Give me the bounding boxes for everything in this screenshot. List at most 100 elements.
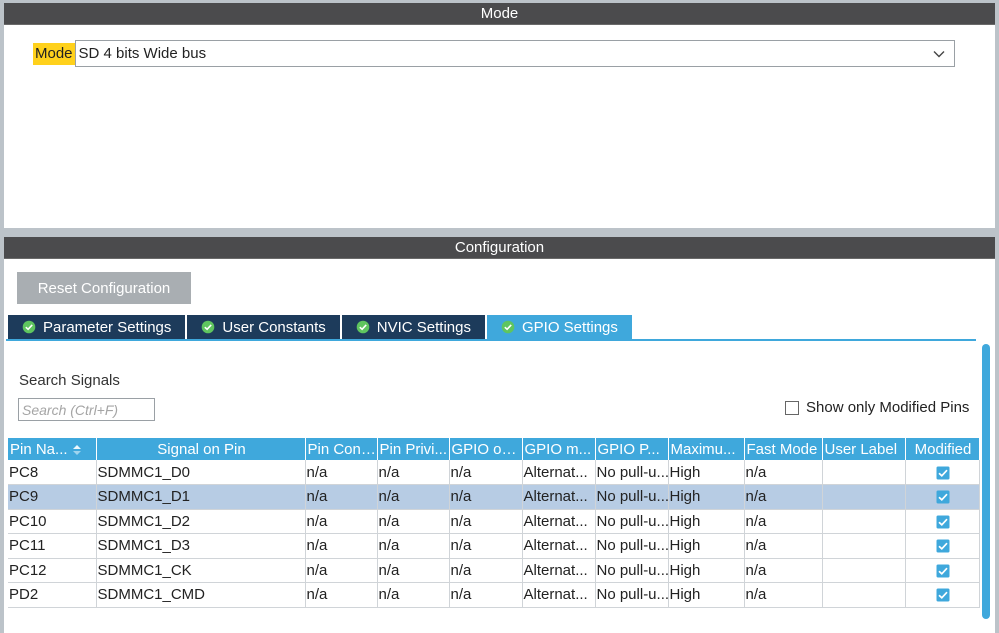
- reset-configuration-button[interactable]: Reset Configuration: [17, 272, 191, 304]
- show-modified-toggle[interactable]: Show only Modified Pins: [785, 399, 969, 416]
- cell-modified[interactable]: [905, 460, 980, 485]
- cell-pin[interactable]: PC10: [8, 509, 97, 534]
- column-header-pin-name[interactable]: Pin Na...: [8, 438, 97, 460]
- cell-pin-context[interactable]: n/a: [305, 509, 378, 534]
- cell-max-speed[interactable]: High: [668, 484, 745, 510]
- cell-gpio-output[interactable]: n/a: [449, 460, 523, 485]
- cell-pin-context[interactable]: n/a: [305, 582, 378, 608]
- cell-pin-context[interactable]: n/a: [305, 460, 378, 485]
- column-header-modified[interactable]: Modified: [905, 438, 980, 460]
- cell-user-label[interactable]: [822, 582, 906, 608]
- cell-gpio-mode[interactable]: Alternat...: [522, 509, 596, 534]
- cell-pin[interactable]: PC8: [8, 460, 97, 485]
- cell-signal[interactable]: SDMMC1_CMD: [96, 582, 306, 608]
- column-header-gpio-mode[interactable]: GPIO m...: [522, 438, 596, 460]
- cell-user-label[interactable]: [822, 460, 906, 485]
- cell-gpio-mode[interactable]: Alternat...: [522, 558, 596, 583]
- cell-gpio-pull[interactable]: No pull-u...: [595, 460, 669, 485]
- cell-gpio-pull[interactable]: No pull-u...: [595, 582, 669, 608]
- checkbox-checked-icon[interactable]: [936, 515, 950, 529]
- table-row[interactable]: PC12 SDMMC1_CK n/a n/a n/a Alternat... No pull…: [8, 558, 980, 583]
- cell-pin-privilege[interactable]: n/a: [377, 460, 450, 485]
- cell-pin-privilege[interactable]: n/a: [377, 533, 450, 559]
- cell-pin[interactable]: PC11: [8, 533, 97, 559]
- cell-gpio-output[interactable]: n/a: [449, 509, 523, 534]
- column-header-signal-on-pin[interactable]: Signal on Pin: [96, 438, 306, 460]
- cell-gpio-output[interactable]: n/a: [449, 582, 523, 608]
- table-header-row: Pin Na... Signal on Pin Pin Cont... Pin …: [8, 438, 980, 460]
- cell-pin-context[interactable]: n/a: [305, 484, 378, 510]
- cell-pin[interactable]: PC12: [8, 558, 97, 583]
- column-header-max-speed[interactable]: Maximu...: [668, 438, 745, 460]
- cell-pin-privilege[interactable]: n/a: [377, 509, 450, 534]
- cell-signal[interactable]: SDMMC1_CK: [96, 558, 306, 583]
- table-row[interactable]: PC10 SDMMC1_D2 n/a n/a n/a Alternat... No pull…: [8, 509, 980, 534]
- cell-signal[interactable]: SDMMC1_D0: [96, 460, 306, 485]
- cell-max-speed[interactable]: High: [668, 509, 745, 534]
- cell-signal[interactable]: SDMMC1_D1: [96, 484, 306, 510]
- tab-user-constants[interactable]: User Constants: [187, 315, 340, 339]
- checkbox-checked-icon[interactable]: [936, 564, 950, 578]
- column-header-gpio-output[interactable]: GPIO ou...: [449, 438, 523, 460]
- column-header-fast-mode[interactable]: Fast Mode: [744, 438, 823, 460]
- cell-pin[interactable]: PD2: [8, 582, 97, 608]
- cell-signal[interactable]: SDMMC1_D3: [96, 533, 306, 559]
- cell-modified[interactable]: [905, 558, 980, 583]
- cell-max-speed[interactable]: High: [668, 533, 745, 559]
- checkbox-checked-icon[interactable]: [936, 588, 950, 602]
- cell-gpio-pull[interactable]: No pull-u...: [595, 533, 669, 559]
- checkbox-checked-icon[interactable]: [936, 490, 950, 504]
- cell-pin[interactable]: PC9: [8, 484, 97, 510]
- mode-select[interactable]: SD 4 bits Wide bus: [74, 40, 955, 67]
- cell-fast-mode[interactable]: n/a: [744, 558, 823, 583]
- checkbox-checked-icon[interactable]: [936, 466, 950, 480]
- cell-user-label[interactable]: [822, 533, 906, 559]
- cell-fast-mode[interactable]: n/a: [744, 533, 823, 559]
- cell-pin-privilege[interactable]: n/a: [377, 558, 450, 583]
- column-header-pin-privilege[interactable]: Pin Privi...: [377, 438, 450, 460]
- column-header-user-label[interactable]: User Label: [822, 438, 906, 460]
- cell-fast-mode[interactable]: n/a: [744, 484, 823, 510]
- table-row[interactable]: PC11 SDMMC1_D3 n/a n/a n/a Alternat... No pull…: [8, 533, 980, 559]
- column-header-pin-context[interactable]: Pin Cont...: [305, 438, 378, 460]
- cell-modified[interactable]: [905, 533, 980, 559]
- cell-gpio-mode[interactable]: Alternat...: [522, 460, 596, 485]
- cell-modified[interactable]: [905, 509, 980, 534]
- search-signals-input[interactable]: [18, 398, 155, 421]
- table-row[interactable]: PC8 SDMMC1_D0 n/a n/a n/a Alternat... No pull-…: [8, 460, 980, 485]
- vertical-scrollbar[interactable]: [982, 344, 990, 619]
- cell-max-speed[interactable]: High: [668, 558, 745, 583]
- cell-pin-context[interactable]: n/a: [305, 533, 378, 559]
- show-modified-checkbox[interactable]: [785, 400, 799, 415]
- cell-max-speed[interactable]: High: [668, 582, 745, 608]
- cell-max-speed[interactable]: High: [668, 460, 745, 485]
- cell-fast-mode[interactable]: n/a: [744, 582, 823, 608]
- cell-gpio-output[interactable]: n/a: [449, 484, 523, 510]
- table-row[interactable]: PD2 SDMMC1_CMD n/a n/a n/a Alternat... No pull…: [8, 582, 980, 608]
- cell-gpio-pull[interactable]: No pull-u...: [595, 558, 669, 583]
- cell-fast-mode[interactable]: n/a: [744, 509, 823, 534]
- cell-modified[interactable]: [905, 484, 980, 510]
- cell-signal[interactable]: SDMMC1_D2: [96, 509, 306, 534]
- cell-gpio-mode[interactable]: Alternat...: [522, 582, 596, 608]
- table-row[interactable]: PC9 SDMMC1_D1 n/a n/a n/a Alternat... No pull-…: [8, 484, 980, 510]
- cell-gpio-mode[interactable]: Alternat...: [522, 533, 596, 559]
- tab-parameter-settings[interactable]: Parameter Settings: [8, 315, 186, 339]
- cell-gpio-mode[interactable]: Alternat...: [522, 484, 596, 510]
- cell-modified[interactable]: [905, 582, 980, 608]
- cell-user-label[interactable]: [822, 484, 906, 510]
- cell-gpio-output[interactable]: n/a: [449, 533, 523, 559]
- cell-gpio-pull[interactable]: No pull-u...: [595, 509, 669, 534]
- cell-gpio-output[interactable]: n/a: [449, 558, 523, 583]
- cell-fast-mode[interactable]: n/a: [744, 460, 823, 485]
- cell-user-label[interactable]: [822, 558, 906, 583]
- cell-pin-privilege[interactable]: n/a: [377, 484, 450, 510]
- cell-pin-privilege[interactable]: n/a: [377, 582, 450, 608]
- tab-nvic-settings[interactable]: NVIC Settings: [341, 315, 485, 339]
- cell-pin-context[interactable]: n/a: [305, 558, 378, 583]
- tab-gpio-settings[interactable]: GPIO Settings: [487, 315, 632, 339]
- cell-user-label[interactable]: [822, 509, 906, 534]
- checkbox-checked-icon[interactable]: [936, 539, 950, 553]
- cell-gpio-pull[interactable]: No pull-u...: [595, 484, 669, 510]
- column-header-gpio-pull[interactable]: GPIO P...: [595, 438, 669, 460]
